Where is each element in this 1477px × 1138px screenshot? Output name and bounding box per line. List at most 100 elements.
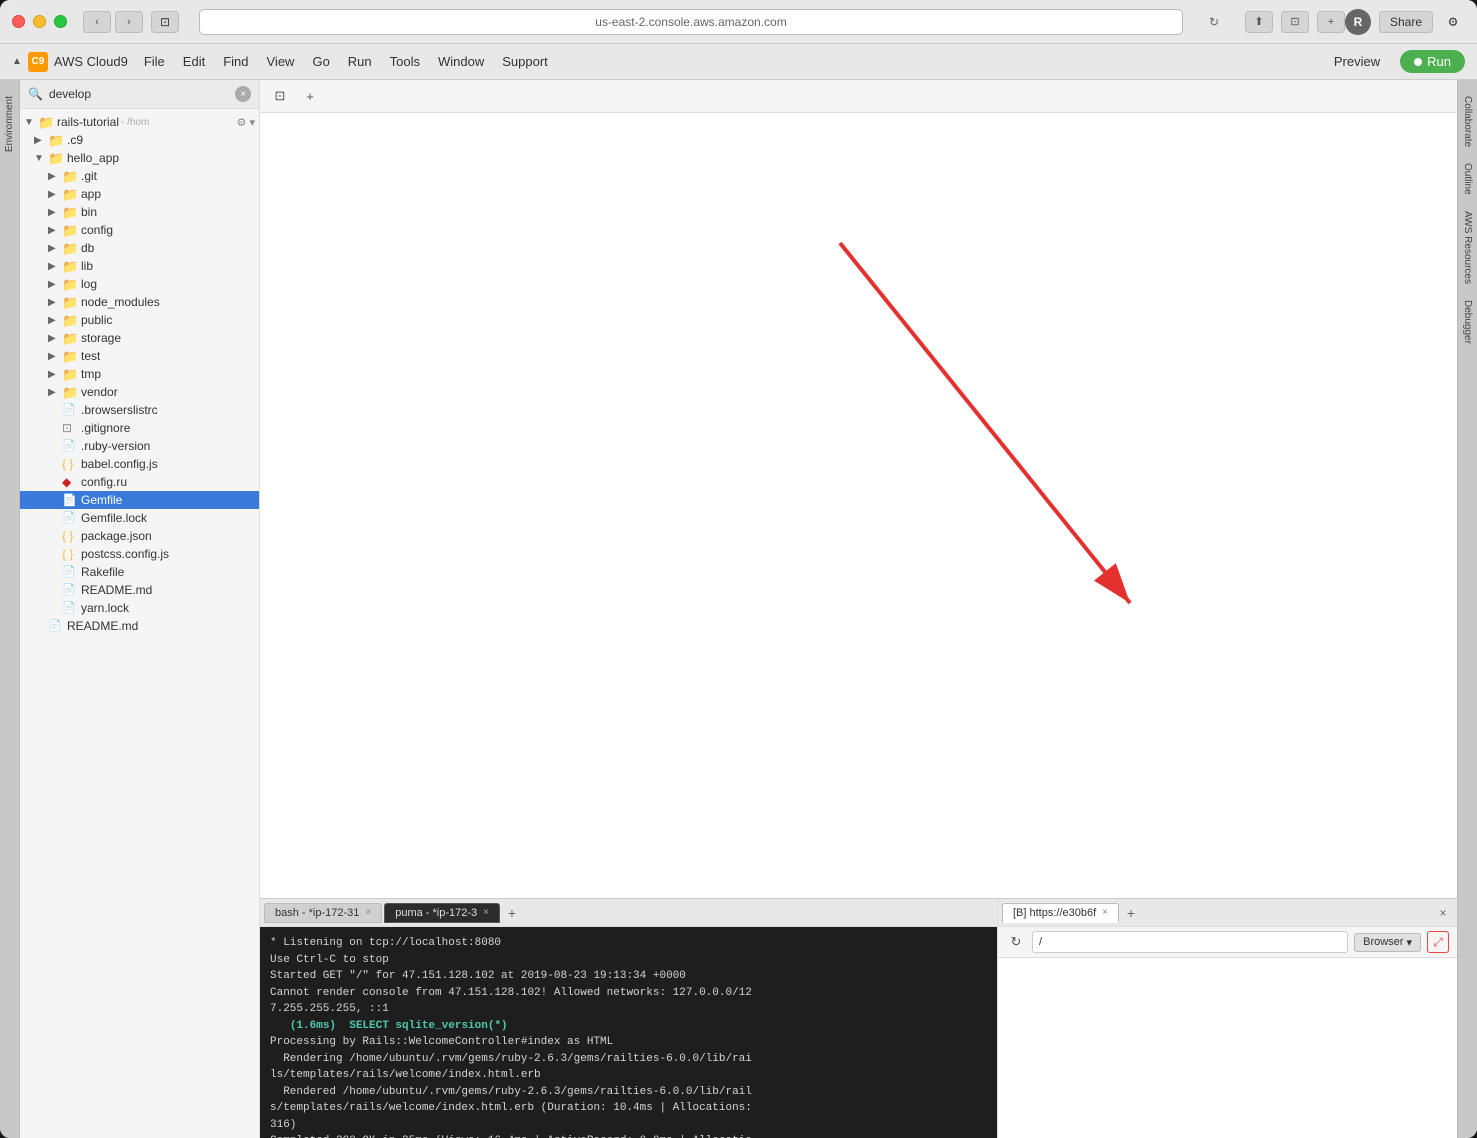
menu-bar: ▲ C9 AWS Cloud9 File Edit Find View Go R… — [0, 44, 1477, 80]
debugger-tab[interactable]: Debugger — [1459, 292, 1476, 352]
list-item[interactable]: { } postcss.config.js — [20, 545, 259, 563]
list-item[interactable]: ▶ 📁 config — [20, 221, 259, 239]
menu-tools[interactable]: Tools — [382, 50, 428, 73]
collaborate-tab[interactable]: Collaborate — [1459, 88, 1476, 155]
active-file-item[interactable]: 📄 Gemfile — [20, 491, 259, 509]
list-item[interactable]: 📄 Rakefile — [20, 563, 259, 581]
list-item[interactable]: ▶ 📁 log — [20, 275, 259, 293]
folder-icon: 📁 — [38, 115, 54, 129]
menu-find[interactable]: Find — [215, 50, 256, 73]
add-browser-tab-button[interactable]: + — [1121, 903, 1141, 923]
list-item[interactable]: { } babel.config.js — [20, 455, 259, 473]
browser-refresh-button[interactable]: ↻ — [1006, 932, 1026, 952]
browser-tab[interactable]: [B] https://e30b6f × — [1002, 903, 1119, 923]
item-label: test — [81, 349, 100, 363]
browser-url-input[interactable] — [1032, 931, 1348, 953]
menu-go[interactable]: Go — [304, 50, 337, 73]
open-in-new-window-button[interactable]: ⤢ — [1427, 931, 1449, 953]
menu-edit[interactable]: Edit — [175, 50, 213, 73]
list-item[interactable]: 📄 .ruby-version — [20, 437, 259, 455]
list-item[interactable]: ▼ 📁 hello_app — [20, 149, 259, 167]
chevron-icon: ▶ — [48, 225, 62, 236]
puma-tab[interactable]: puma - *ip-172-3 × — [384, 903, 500, 923]
folder-icon: 📁 — [62, 169, 78, 183]
list-item[interactable]: ▶ 📁 db — [20, 239, 259, 257]
menu-support[interactable]: Support — [494, 50, 556, 73]
puma-tab-close[interactable]: × — [483, 907, 489, 918]
cloud9-icon: C9 — [28, 52, 48, 72]
list-item[interactable]: ▶ 📁 vendor — [20, 383, 259, 401]
folder-icon: 📁 — [62, 223, 78, 237]
share-menu-button[interactable]: ⬆ — [1245, 11, 1273, 33]
preview-button[interactable]: Preview — [1322, 50, 1392, 73]
list-item[interactable]: ▶ 📁 test — [20, 347, 259, 365]
search-bar: 🔍 × — [20, 80, 259, 109]
list-item[interactable]: ▶ 📁 public — [20, 311, 259, 329]
list-item[interactable]: 📄 README.md — [20, 617, 259, 635]
add-tab-button[interactable]: + — [298, 84, 322, 108]
list-item[interactable]: ⊡ .gitignore — [20, 419, 259, 437]
add-window-button[interactable]: + — [1317, 11, 1345, 33]
close-button[interactable] — [12, 15, 25, 28]
bash-tab-close[interactable]: × — [365, 907, 371, 918]
list-item[interactable]: ▶ 📁 storage — [20, 329, 259, 347]
list-item[interactable]: ▶ 📁 app — [20, 185, 259, 203]
list-item[interactable]: ▶ 📁 .c9 — [20, 131, 259, 149]
new-tab-button[interactable]: ⊡ — [1281, 11, 1309, 33]
panel-close-button[interactable]: × — [1433, 903, 1453, 923]
run-button[interactable]: Run — [1400, 50, 1465, 73]
list-item[interactable]: ▶ 📁 lib — [20, 257, 259, 275]
list-item[interactable]: 📄 .browserslistrc — [20, 401, 259, 419]
editor-toolbar: ⊡ + — [260, 80, 1457, 113]
page-refresh-button[interactable]: ↻ — [1203, 11, 1225, 33]
list-item[interactable]: ▶ 📁 bin — [20, 203, 259, 221]
editor-area: ⊡ + — [260, 80, 1457, 898]
list-item[interactable]: ▶ 📁 .git — [20, 167, 259, 185]
outline-tab[interactable]: Outline — [1459, 155, 1476, 203]
folder-icon: 📁 — [62, 259, 78, 273]
sidebar: 🔍 × ▼ 📁 rails-tutorial - /hom ⚙ ▾ ▶ 📁 — [20, 80, 260, 1138]
terminal-line: Use Ctrl-C to stop — [270, 952, 987, 969]
settings-icon[interactable]: ⚙ — [1441, 10, 1465, 34]
back-button[interactable]: ‹ — [83, 11, 111, 33]
forward-button[interactable]: › — [115, 11, 143, 33]
list-item[interactable]: { } package.json — [20, 527, 259, 545]
item-label: hello_app — [67, 151, 119, 165]
tree-settings-icon[interactable]: ⚙ ▾ — [237, 116, 255, 129]
puma-tab-label: puma - *ip-172-3 — [395, 907, 477, 919]
environment-tab[interactable]: Environment — [1, 88, 18, 160]
list-item[interactable]: ▶ 📁 node_modules — [20, 293, 259, 311]
list-item[interactable]: ▶ 📁 tmp — [20, 365, 259, 383]
clear-search-button[interactable]: × — [235, 86, 251, 102]
list-item[interactable]: 📄 yarn.lock — [20, 599, 259, 617]
item-label: README.md — [67, 619, 138, 633]
folder-icon: 📁 — [62, 295, 78, 309]
share-button[interactable]: Share — [1379, 11, 1433, 33]
item-label: config — [81, 223, 113, 237]
menu-window[interactable]: Window — [430, 50, 492, 73]
tree-root[interactable]: ▼ 📁 rails-tutorial - /hom ⚙ ▾ — [20, 113, 259, 131]
browser-label: Browser — [1363, 936, 1403, 948]
browser-dropdown-button[interactable]: Browser ▾ — [1354, 933, 1421, 952]
search-input[interactable] — [49, 87, 229, 101]
copy-button[interactable]: ⊡ — [268, 84, 292, 108]
item-label: config.ru — [81, 475, 127, 489]
minimize-button[interactable] — [33, 15, 46, 28]
browser-preview-panel: [B] https://e30b6f × + × ↻ Browser ▾ — [997, 899, 1457, 1138]
chevron-icon: ▶ — [48, 297, 62, 308]
browser-tab-close[interactable]: × — [1102, 907, 1108, 918]
aws-resources-tab[interactable]: AWS Resources — [1459, 203, 1476, 292]
menu-view[interactable]: View — [259, 50, 303, 73]
maximize-button[interactable] — [54, 15, 67, 28]
list-item[interactable]: 📄 Gemfile.lock — [20, 509, 259, 527]
bash-tab[interactable]: bash - *ip-172-31 × — [264, 903, 382, 923]
list-item[interactable]: 📄 README.md — [20, 581, 259, 599]
menu-run[interactable]: Run — [340, 50, 380, 73]
user-avatar[interactable]: R — [1345, 9, 1371, 35]
address-bar[interactable]: us-east-2.console.aws.amazon.com — [199, 9, 1183, 35]
list-item[interactable]: ◆ config.ru — [20, 473, 259, 491]
add-terminal-tab-button[interactable]: + — [502, 903, 522, 923]
sidebar-toggle-button[interactable]: ⊡ — [151, 11, 179, 33]
chevron-icon: ▶ — [48, 333, 62, 344]
menu-file[interactable]: File — [136, 50, 173, 73]
